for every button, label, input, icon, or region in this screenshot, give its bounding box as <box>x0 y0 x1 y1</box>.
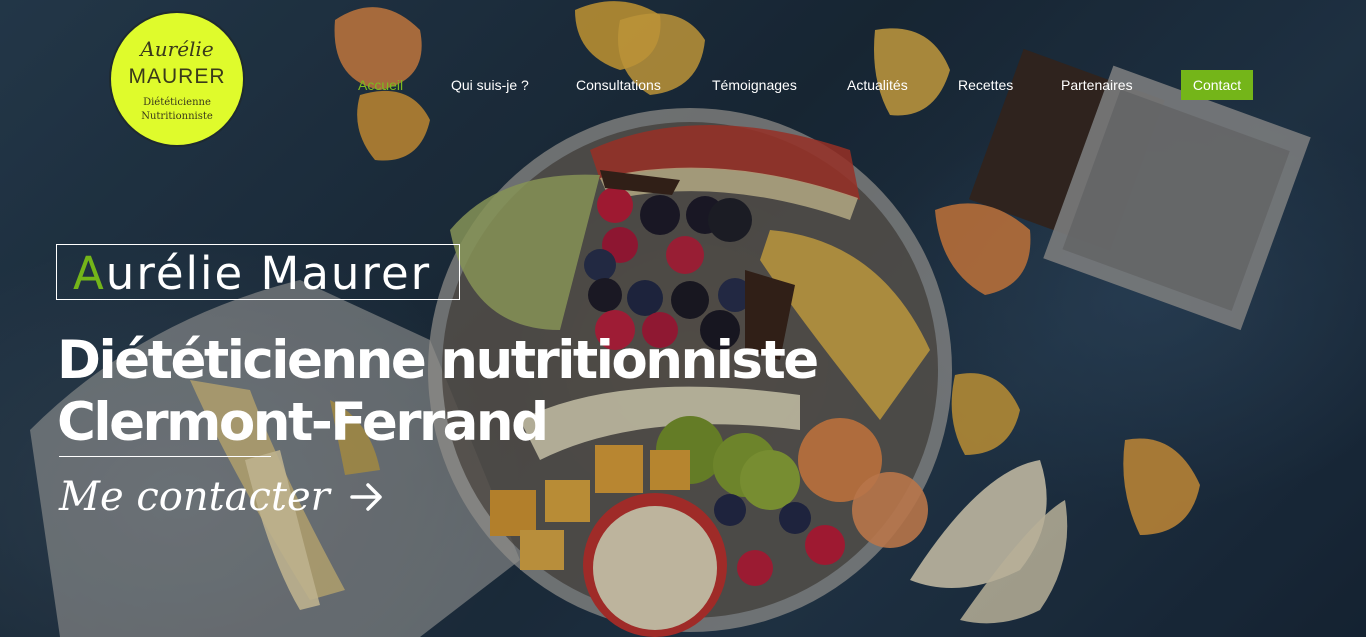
arrow-right-icon <box>350 483 382 511</box>
hero-headline-line1: Diététicienne nutritionniste <box>57 330 819 391</box>
me-contacter-label: Me contacter <box>59 474 330 520</box>
logo-subtitle-line2: Nutritionniste <box>141 111 213 122</box>
nav-item-actualites[interactable]: Actualités <box>847 70 908 100</box>
nav-item-accueil[interactable]: Accueil <box>358 70 403 100</box>
hero-headline: Diététicienne nutritionniste Clermont-Fe… <box>57 330 819 454</box>
nav-item-temoignages[interactable]: Témoignages <box>712 70 797 100</box>
hero-name-initial: A <box>73 247 106 300</box>
logo-first-name: Aurélie <box>140 37 214 61</box>
hero-name-rest: urélie Maurer <box>105 247 432 300</box>
me-contacter-link[interactable]: Me contacter <box>59 470 384 524</box>
contact-button[interactable]: Contact <box>1181 70 1253 100</box>
hero-name-box: Aurélie Maurer <box>56 244 460 300</box>
nav-item-recettes[interactable]: Recettes <box>958 70 1013 100</box>
main-nav: Accueil Qui suis-je ? Consultations Témo… <box>0 70 1366 100</box>
hero-name: Aurélie Maurer <box>73 247 431 300</box>
nav-item-partenaires[interactable]: Partenaires <box>1061 70 1133 100</box>
hero-divider <box>59 456 271 457</box>
hero-headline-line2: Clermont-Ferrand <box>57 392 549 453</box>
nav-item-qui-suis-je[interactable]: Qui suis-je ? <box>451 70 529 100</box>
nav-item-consultations[interactable]: Consultations <box>576 70 661 100</box>
